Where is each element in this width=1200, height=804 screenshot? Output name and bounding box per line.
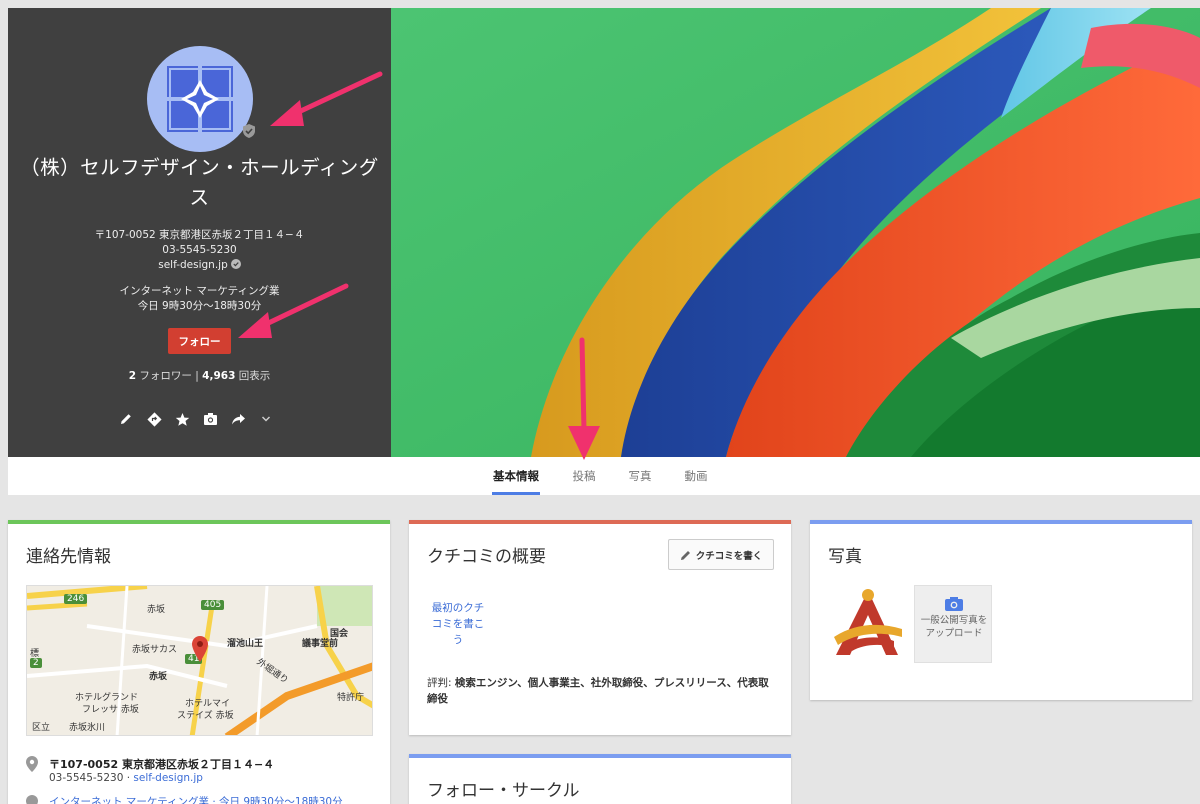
card-accent-bar	[409, 754, 791, 758]
contact-info-card: 連絡先情報 246 赤坂 405 赤坂サカス 溜池山王 国会 議事堂前 41 赤…	[8, 520, 390, 804]
map-route-2: 2	[30, 658, 42, 668]
stats-divider: |	[195, 370, 199, 382]
directions-icon[interactable]	[146, 411, 162, 427]
map-label-mystays-akasaka: ステイズ 赤坂	[177, 711, 234, 721]
tab-basic-info[interactable]: 基本情報	[492, 457, 540, 495]
map-label-akasaka: 赤坂	[147, 605, 166, 615]
map-label-tokkyocho: 特許庁	[337, 693, 365, 703]
map-route-246: 246	[64, 594, 88, 604]
map-label-akasaka-station: 赤坂	[149, 672, 168, 682]
profile-tabs: 基本情報 投稿 写真 動画	[8, 457, 1200, 495]
profile-address: 〒107-0052 東京都港区赤坂２丁目１４−４	[94, 229, 305, 241]
profile-stats: 2 フォロワー | 4,963 回表示	[8, 368, 391, 383]
info-icon	[26, 795, 38, 804]
star-icon[interactable]	[174, 411, 190, 427]
map-route-405: 405	[201, 600, 225, 610]
photo-thumbnail[interactable]	[828, 585, 906, 663]
photos-card: 写真 一般公開写真をアップロード	[810, 520, 1192, 700]
followers-count: 2	[128, 370, 137, 382]
cover-photo	[391, 8, 1200, 457]
map-label-akasaka-hikawa: 赤坂氷川	[69, 723, 106, 733]
profile-panel: （株）セルフデザイン・ホールディングス 〒107-0052 東京都港区赤坂２丁目…	[8, 8, 391, 457]
profile-header: （株）セルフデザイン・ホールディングス 〒107-0052 東京都港区赤坂２丁目…	[8, 8, 1200, 495]
profile-contact-block: 〒107-0052 東京都港区赤坂２丁目１４−４ 03-5545-5230 se…	[8, 228, 391, 273]
location-pin-icon	[26, 756, 38, 772]
pencil-icon	[680, 550, 690, 560]
card-accent-bar	[409, 520, 791, 524]
map-label-tameike-sanno: 溜池山王	[227, 639, 264, 649]
contact-card-title: 連絡先情報	[26, 547, 111, 567]
profile-website-row: self-design.jp	[8, 258, 391, 273]
contact-category-hours[interactable]: インターネット マーケティング業 · 今日 9時30分～18時30分	[49, 794, 343, 804]
card-accent-bar	[8, 520, 390, 524]
camera-icon[interactable]	[202, 411, 218, 427]
map-label-akasaka-sacas: 赤坂サカス	[132, 645, 178, 655]
verified-badge-icon	[243, 124, 255, 138]
map-label-kuritsu: 区立	[32, 723, 51, 733]
company-logo-icon	[167, 66, 233, 132]
profile-website[interactable]: self-design.jp	[158, 259, 228, 271]
tab-photos[interactable]: 写真	[624, 457, 656, 495]
share-icon[interactable]	[230, 411, 246, 427]
profile-hours: 今日 9時30分～18時30分	[137, 300, 262, 312]
profile-actions	[118, 409, 288, 429]
follow-circles-card: フォロー・サークル	[409, 754, 791, 804]
tab-posts[interactable]: 投稿	[568, 457, 600, 495]
cover-paper-art	[391, 8, 1200, 457]
contact-website-link[interactable]: self-design.jp	[133, 772, 203, 784]
profile-phone[interactable]: 03-5545-5230	[8, 243, 391, 258]
review-summary-card: クチコミの概要 クチコミを書く 最初のクチコミを書こう 評判: 検索エンジン、個…	[409, 520, 791, 735]
contact-separator: ·	[126, 772, 131, 784]
keywords-list: 検索エンジン、個人事業主、社外取締役、プレスリリース、代表取締役	[427, 677, 769, 705]
photo-logo-image	[828, 585, 906, 663]
profile-category: インターネット マーケティング業	[119, 285, 280, 297]
chevron-down-icon[interactable]	[258, 411, 274, 427]
map-label-gijido-mae: 議事堂前	[302, 639, 339, 649]
business-name: （株）セルフデザイン・ホールディングス	[20, 156, 379, 209]
circles-card-title: フォロー・サークル	[427, 781, 580, 801]
review-keywords: 評判: 検索エンジン、個人事業主、社外取締役、プレスリリース、代表取締役	[427, 675, 777, 707]
photos-card-title: 写真	[828, 547, 862, 567]
upload-photo-tile[interactable]: 一般公開写真をアップロード	[914, 585, 992, 663]
follow-button[interactable]: フォロー	[168, 328, 231, 354]
contact-phone-row: 03-5545-5230 · self-design.jp	[49, 772, 203, 784]
profile-category-block: インターネット マーケティング業 今日 9時30分～18時30分	[8, 284, 391, 314]
map-pin-icon[interactable]	[192, 636, 208, 662]
upload-photo-label: 一般公開写真をアップロード	[920, 615, 988, 639]
card-accent-bar	[810, 520, 1192, 524]
keywords-prefix: 評判:	[427, 677, 452, 689]
contact-address: 〒107-0052 東京都港区赤坂２丁目１４−４	[49, 758, 275, 771]
review-card-title: クチコミの概要	[427, 547, 546, 567]
views-count: 4,963	[202, 370, 236, 382]
tab-videos[interactable]: 動画	[680, 457, 712, 495]
camera-icon	[945, 597, 963, 611]
avatar[interactable]	[147, 46, 253, 152]
views-label: 回表示	[238, 370, 271, 382]
write-review-button[interactable]: クチコミを書く	[668, 539, 774, 570]
write-review-label: クチコミを書く	[695, 550, 763, 562]
followers-label: フォロワー	[139, 370, 192, 382]
website-verified-icon	[230, 259, 241, 269]
map-label-fresa: フレッサ 赤坂	[82, 705, 139, 715]
contact-phone[interactable]: 03-5545-5230	[49, 772, 123, 784]
location-map[interactable]: 246 赤坂 405 赤坂サカス 溜池山王 国会 議事堂前 41 赤坂 外堀通り…	[26, 585, 373, 736]
first-review-link[interactable]: 最初のクチコミを書こう	[427, 600, 489, 648]
edit-pencil-icon[interactable]	[118, 411, 134, 427]
